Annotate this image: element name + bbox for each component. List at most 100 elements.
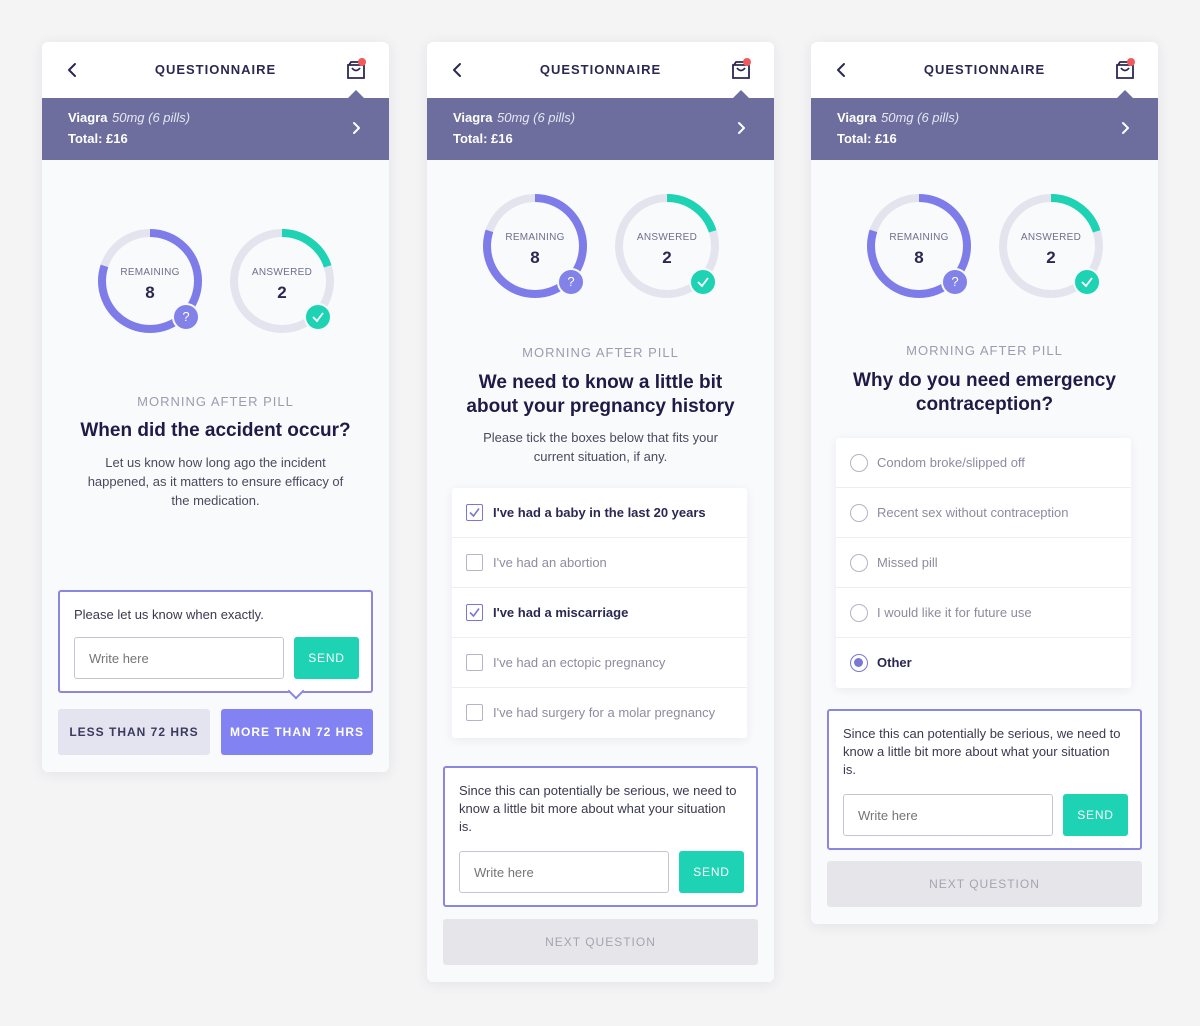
- detail-message-box: Please let us know when exactly. SEND: [58, 590, 373, 700]
- question-category: MORNING AFTER PILL: [522, 345, 679, 360]
- option-label: I've had an abortion: [493, 555, 607, 570]
- option-label: Missed pill: [877, 555, 938, 570]
- list-item[interactable]: I've had an ectopic pregnancy: [452, 638, 747, 688]
- product-total: Total: £16: [68, 131, 128, 146]
- question-title: Why do you need emergency contraception?: [853, 370, 1116, 415]
- question-category: MORNING AFTER PILL: [137, 394, 294, 409]
- checkbox-unchecked[interactable]: [466, 554, 483, 571]
- product-summary-banner[interactable]: Viagra 50mg (6 pills) Total: £16: [427, 98, 774, 160]
- product-dose: 50mg (6 pills): [112, 110, 191, 125]
- chevron-right-icon: [1122, 122, 1129, 134]
- product-name: Viagra: [837, 110, 877, 125]
- detail-input[interactable]: [459, 851, 669, 893]
- answered-count: 2: [277, 283, 287, 302]
- list-item[interactable]: Missed pill: [836, 538, 1131, 588]
- option-label: I've had an ectopic pregnancy: [493, 655, 666, 670]
- questionnaire-screen-pregnancy-history: QUESTIONNAIRE Viagra 50mg (6 pills) Tota…: [427, 42, 774, 982]
- answered-progress-ring: ANSWERED 2: [613, 192, 721, 300]
- detail-input[interactable]: [843, 794, 1053, 836]
- answered-label: ANSWERED: [636, 232, 698, 243]
- question-title: When did the accident occur?: [80, 420, 351, 441]
- banner-pointer: [348, 90, 364, 98]
- banner-pointer: [733, 90, 749, 98]
- option-label: I've had surgery for a molar pregnancy: [493, 705, 716, 720]
- question-mark-icon: ?: [557, 268, 585, 296]
- detail-message-box: Since this can potentially be serious, w…: [827, 709, 1142, 850]
- banner-pointer: [1117, 90, 1133, 98]
- option-label: Condom broke/slipped off: [877, 455, 1025, 470]
- list-item[interactable]: Other: [836, 638, 1131, 688]
- cart-notification-dot: [743, 58, 751, 66]
- answered-label: ANSWERED: [1020, 232, 1082, 243]
- question-title: We need to know a little bit about your …: [466, 372, 735, 417]
- remaining-progress-ring: REMAINING 8 ?: [481, 192, 589, 300]
- answered-count: 2: [662, 248, 672, 267]
- remaining-count: 8: [914, 248, 924, 267]
- remaining-count: 8: [145, 283, 155, 302]
- answered-progress-ring: ANSWERED 2: [997, 192, 1105, 300]
- list-item[interactable]: I've had surgery for a molar pregnancy: [452, 688, 747, 738]
- next-question-button[interactable]: NEXT QUESTION: [443, 919, 758, 965]
- page-title: QUESTIONNAIRE: [923, 62, 1046, 77]
- detail-input[interactable]: [74, 637, 284, 679]
- send-button[interactable]: SEND: [1063, 794, 1128, 836]
- question-mark-icon: ?: [172, 303, 200, 331]
- radio-unselected[interactable]: [850, 554, 868, 572]
- more-than-72-hrs-button[interactable]: MORE THAN 72 HRS: [221, 709, 373, 755]
- app-header: QUESTIONNAIRE: [42, 42, 389, 98]
- product-summary-banner[interactable]: Viagra 50mg (6 pills) Total: £16: [811, 98, 1158, 160]
- remaining-label: REMAINING: [120, 267, 180, 278]
- answered-count: 2: [1046, 248, 1056, 267]
- remaining-label: REMAINING: [505, 232, 565, 243]
- checkbox-unchecked[interactable]: [466, 654, 483, 671]
- page-title: QUESTIONNAIRE: [539, 62, 662, 77]
- less-than-72-hrs-button[interactable]: LESS THAN 72 HRS: [58, 709, 210, 755]
- list-item[interactable]: Condom broke/slipped off: [836, 438, 1131, 488]
- cart-notification-dot: [1127, 58, 1135, 66]
- product-name: Viagra: [68, 110, 108, 125]
- questionnaire-screen-timing: QUESTIONNAIRE Viagra 50mg (6 pills) Tota…: [42, 42, 389, 772]
- radio-unselected[interactable]: [850, 504, 868, 522]
- product-total: Total: £16: [453, 131, 513, 146]
- chevron-right-icon: [353, 122, 360, 134]
- list-item[interactable]: I've had a baby in the last 20 years: [452, 488, 747, 538]
- list-item[interactable]: I've had a miscarriage: [452, 588, 747, 638]
- checkbox-list: I've had a baby in the last 20 years I'v…: [452, 488, 747, 738]
- answered-label: ANSWERED: [251, 267, 313, 278]
- question-description: Please tick the boxes below that fits yo…: [483, 430, 718, 464]
- question-mark-icon: ?: [941, 268, 969, 296]
- message-prompt: Please let us know when exactly.: [74, 607, 264, 622]
- questionnaire-screen-reason: QUESTIONNAIRE Viagra 50mg (6 pills) Tota…: [811, 42, 1158, 924]
- radio-list: Condom broke/slipped off Recent sex with…: [836, 438, 1131, 688]
- option-label: I've had a miscarriage: [493, 605, 629, 620]
- product-dose: 50mg (6 pills): [881, 110, 960, 125]
- checkbox-checked[interactable]: [466, 604, 483, 621]
- checkbox-unchecked[interactable]: [466, 704, 483, 721]
- checkbox-checked[interactable]: [466, 504, 483, 521]
- list-item[interactable]: I've had an abortion: [452, 538, 747, 588]
- option-label: I would like it for future use: [877, 605, 1032, 620]
- next-question-button[interactable]: NEXT QUESTION: [827, 861, 1142, 907]
- checkmark-icon: [304, 303, 332, 331]
- radio-selected[interactable]: [850, 654, 868, 672]
- radio-unselected[interactable]: [850, 454, 868, 472]
- product-total: Total: £16: [837, 131, 897, 146]
- option-label: Recent sex without contraception: [877, 505, 1069, 520]
- list-item[interactable]: Recent sex without contraception: [836, 488, 1131, 538]
- remaining-count: 8: [530, 248, 540, 267]
- message-prompt: Since this can potentially be serious, w…: [459, 783, 737, 834]
- send-button[interactable]: SEND: [679, 851, 744, 893]
- list-item[interactable]: I would like it for future use: [836, 588, 1131, 638]
- page-title: QUESTIONNAIRE: [154, 62, 277, 77]
- send-button[interactable]: SEND: [294, 637, 359, 679]
- app-header: QUESTIONNAIRE: [811, 42, 1158, 98]
- app-header: QUESTIONNAIRE: [427, 42, 774, 98]
- answered-progress-ring: ANSWERED 2: [228, 227, 336, 335]
- radio-unselected[interactable]: [850, 604, 868, 622]
- checkmark-icon: [1073, 268, 1101, 296]
- product-summary-banner[interactable]: Viagra 50mg (6 pills) Total: £16: [42, 98, 389, 160]
- remaining-label: REMAINING: [889, 232, 949, 243]
- checkmark-icon: [689, 268, 717, 296]
- cart-notification-dot: [358, 58, 366, 66]
- product-name: Viagra: [453, 110, 493, 125]
